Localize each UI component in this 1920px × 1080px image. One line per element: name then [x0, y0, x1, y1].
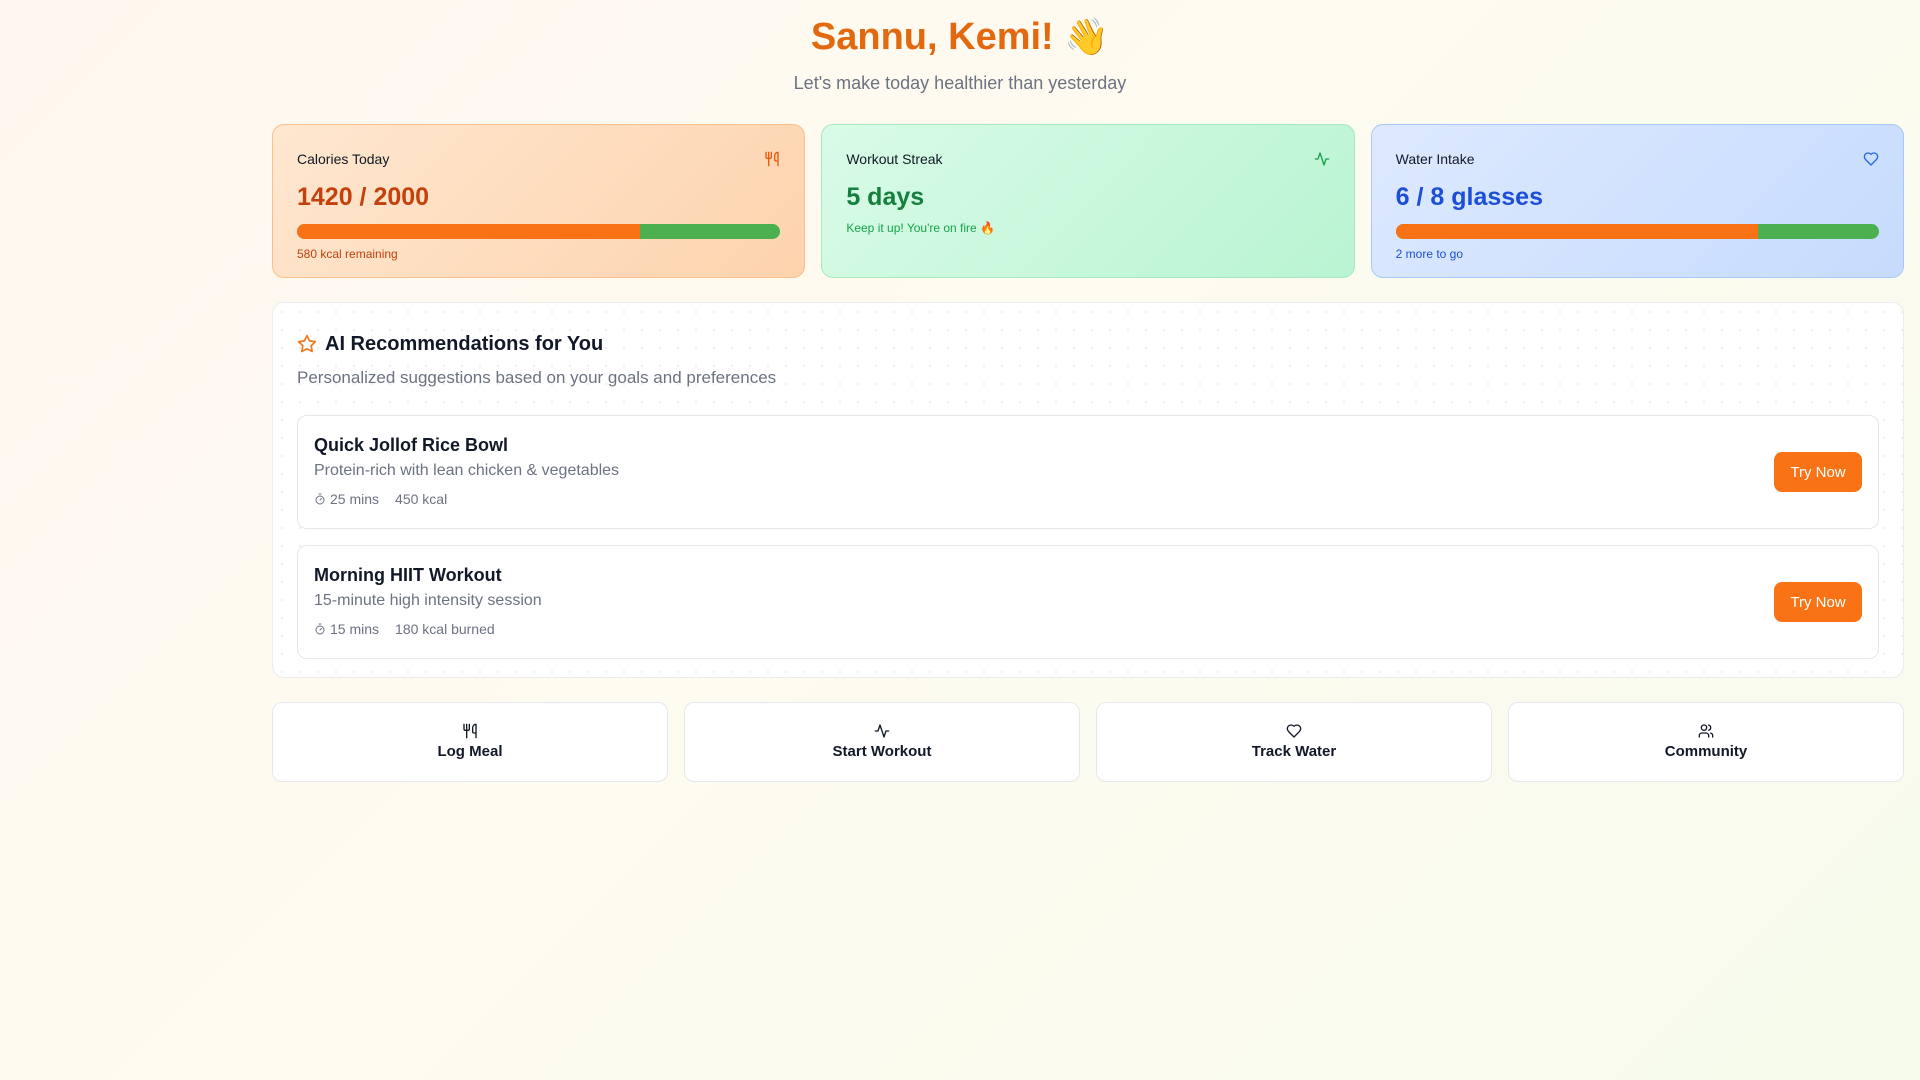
water-progress-bar — [1395, 224, 1879, 239]
duration-text: 25 mins — [330, 491, 380, 507]
recommendation-meta: 15 mins 180 kcal burned — [314, 620, 1862, 638]
recommendation-title: Morning HIIT Workout — [314, 565, 502, 585]
page-subtitle: Let's make today healthier than yesterda… — [793, 73, 1127, 93]
calories-progress-bar — [297, 224, 781, 239]
recommendation-description: Protein-rich with lean chicken & vegetab… — [314, 462, 620, 479]
waving-hand-icon: 👋 — [1064, 16, 1110, 57]
recommendations-subtitle: Personalized suggestions based on your g… — [297, 368, 777, 387]
greeting-text: Sannu, Kemi! — [810, 16, 1054, 58]
stat-note: Keep it up! You're on fire 🔥 — [846, 221, 995, 235]
action-label: Log Meal — [437, 743, 503, 760]
quick-actions-row: Log Meal Start Workout Track Water Commu… — [272, 702, 1904, 782]
progress-fill — [297, 224, 641, 239]
try-now-button[interactable]: Try Now — [1774, 452, 1862, 492]
try-now-button[interactable]: Try Now — [1774, 582, 1862, 622]
community-button[interactable]: Community — [1508, 702, 1904, 782]
calories-text: 450 kcal — [395, 491, 448, 507]
recommendation-item: Morning HIIT Workout 15-minute high inte… — [297, 545, 1879, 659]
stat-value: 6 / 8 glasses — [1395, 183, 1543, 211]
activity-icon — [1314, 151, 1330, 167]
stat-label: Calories Today — [297, 151, 390, 167]
stat-value: 1420 / 2000 — [297, 183, 430, 211]
stat-label: Workout Streak — [846, 151, 943, 167]
ai-recommendations-panel: AI Recommendations for You Personalized … — [272, 302, 1904, 678]
track-water-button[interactable]: Track Water — [1096, 702, 1492, 782]
activity-icon — [874, 723, 890, 739]
calories-card: Calories Today 1420 / 2000 580 kcal rema… — [272, 124, 806, 278]
heart-icon — [1863, 151, 1879, 167]
utensils-icon — [764, 151, 780, 167]
action-label: Community — [1664, 743, 1748, 760]
recommendation-item: Quick Jollof Rice Bowl Protein-rich with… — [297, 415, 1879, 529]
stat-note: 2 more to go — [1395, 247, 1464, 261]
recommendation-description: 15-minute high intensity session — [314, 592, 542, 609]
page-title: Sannu, Kemi! 👋 — [0, 14, 1920, 60]
stat-label: Water Intake — [1395, 151, 1475, 167]
stat-note: 580 kcal remaining — [297, 247, 398, 261]
duration: 15 mins — [314, 620, 379, 638]
star-icon — [297, 334, 317, 354]
recommendation-meta: 25 mins 450 kcal — [314, 490, 1862, 508]
heart-icon — [1286, 723, 1302, 739]
recommendations-header: AI Recommendations for You — [297, 329, 1879, 359]
water-intake-card: Water Intake 6 / 8 glasses 2 more to go — [1370, 124, 1904, 278]
duration: 25 mins — [314, 490, 379, 508]
recommendation-title: Quick Jollof Rice Bowl — [314, 435, 509, 455]
progress-fill — [1395, 224, 1759, 239]
workout-streak-card: Workout Streak 5 days Keep it up! You're… — [821, 124, 1355, 278]
stat-value: 5 days — [846, 183, 925, 211]
start-workout-button[interactable]: Start Workout — [684, 702, 1080, 782]
users-icon — [1698, 723, 1714, 739]
duration-text: 15 mins — [330, 621, 380, 637]
action-label: Track Water — [1251, 743, 1337, 760]
header: Sannu, Kemi! 👋 Let's make today healthie… — [0, 0, 1920, 94]
log-meal-button[interactable]: Log Meal — [272, 702, 668, 782]
action-label: Start Workout — [832, 743, 932, 760]
stats-row: Calories Today 1420 / 2000 580 kcal rema… — [272, 124, 1904, 278]
utensils-icon — [462, 723, 478, 739]
calories-text: 180 kcal burned — [395, 621, 495, 637]
recommendations-title: AI Recommendations for You — [325, 332, 604, 355]
timer-icon — [314, 493, 326, 505]
timer-icon — [314, 623, 326, 635]
